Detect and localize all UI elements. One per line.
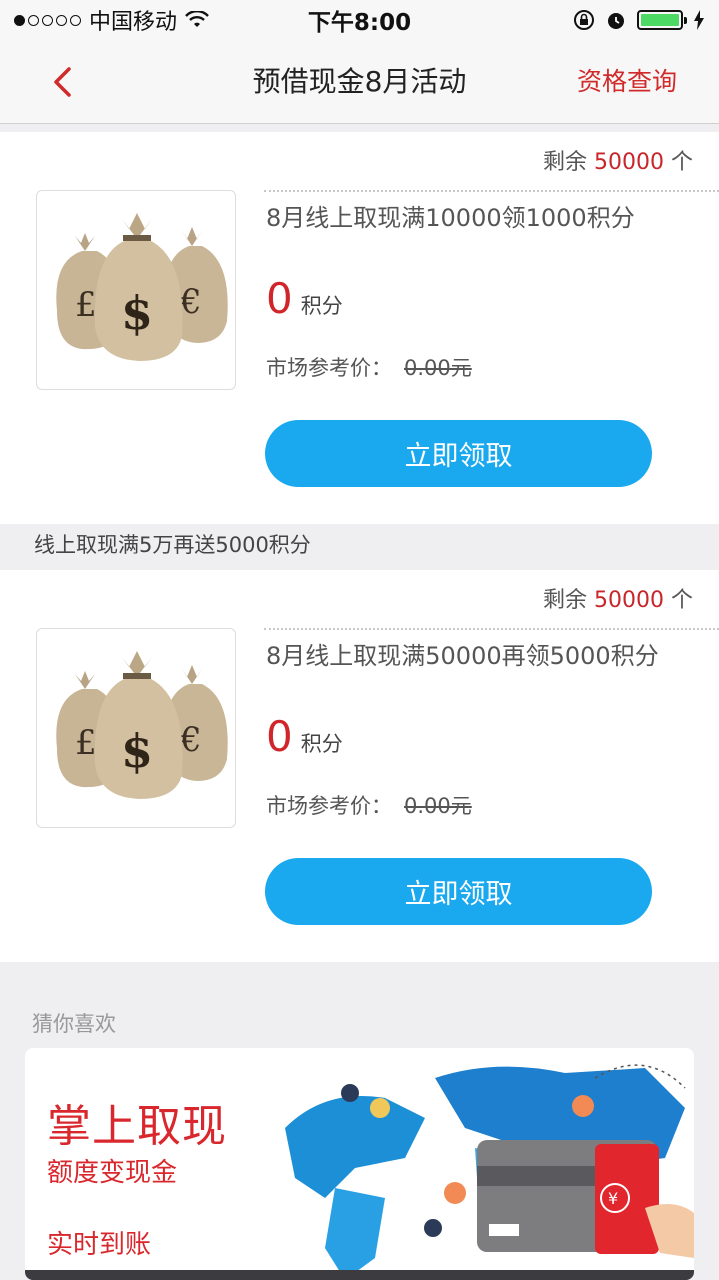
points-value: 0 积分 — [266, 274, 343, 323]
dotted-divider — [264, 190, 719, 192]
status-time: 下午8:00 — [307, 10, 412, 36]
carrier-name: 中国移动 — [89, 10, 178, 35]
remaining-number: 50000 — [593, 588, 664, 613]
points-number: 0 — [266, 274, 293, 323]
points-unit: 积分 — [300, 294, 343, 318]
svg-text:$: $ — [121, 724, 153, 778]
claim-button[interactable]: 立即领取 — [265, 858, 652, 925]
remaining-label: 剩余 — [542, 588, 587, 613]
market-price: 市场参考价： 0.00元 — [266, 790, 472, 820]
status-right — [445, 9, 705, 31]
nav-bar: 预借现金8月活动 资格查询 — [0, 40, 719, 124]
points-unit: 积分 — [300, 732, 343, 756]
remaining-number: 50000 — [593, 150, 664, 175]
remaining-count: 剩余 50000 个 — [543, 144, 693, 176]
status-bar: 中国移动 下午8:00 — [0, 0, 719, 40]
eligibility-query-button[interactable]: 资格查询 — [577, 40, 677, 124]
dotted-divider — [264, 628, 719, 630]
reward-card: 剩余 50000 个 £ € $ 8月线上取现满10000领1000积分 0 积… — [0, 132, 719, 524]
banner-subtitle: 额度变现金 — [47, 1158, 178, 1188]
status-left: 中国移动 — [14, 4, 274, 36]
recommendation-heading: 猜你喜欢 — [32, 1012, 116, 1036]
charging-icon — [694, 10, 704, 30]
battery-icon — [637, 10, 687, 30]
svg-text:$: $ — [121, 286, 153, 340]
reward-title: 8月线上取现满50000再领5000积分 — [266, 642, 659, 670]
svg-text:¥: ¥ — [608, 1189, 618, 1208]
points-value: 0 积分 — [266, 712, 343, 761]
remaining-count: 剩余 50000 个 — [543, 582, 693, 614]
remaining-label: 剩余 — [542, 150, 587, 175]
svg-text:£: £ — [75, 285, 97, 325]
signal-strength-icon — [14, 14, 81, 26]
banner-bottom-strip — [25, 1270, 694, 1280]
market-price-label: 市场参考价： — [266, 356, 392, 380]
banner-tagline: 实时到账 — [47, 1230, 152, 1260]
reward-title: 8月线上取现满10000领1000积分 — [266, 204, 635, 232]
reward-card: 剩余 50000 个 £ € $ 8月线上取现满50000再领5000积分 0 … — [0, 570, 719, 962]
rotation-lock-icon — [574, 10, 594, 30]
section-heading: 线上取现满5万再送5000积分 — [0, 524, 719, 570]
market-price-value: 0.00元 — [404, 794, 472, 818]
money-bags-image: £ € $ — [36, 190, 236, 390]
market-price-label: 市场参考价： — [266, 794, 392, 818]
svg-text:£: £ — [75, 723, 97, 763]
claim-button[interactable]: 立即领取 — [265, 420, 652, 487]
promo-banner[interactable]: 掌上取现 额度变现金 实时到账 ¥ — [25, 1048, 694, 1280]
wifi-icon — [185, 11, 209, 27]
market-price-value: 0.00元 — [404, 356, 472, 380]
money-bags-image: £ € $ — [36, 628, 236, 828]
alarm-icon — [608, 13, 624, 29]
remaining-unit: 个 — [670, 588, 693, 613]
banner-headline: 掌上取现 — [47, 1101, 227, 1152]
world-map-card-illustration: ¥ — [285, 1064, 694, 1280]
remaining-unit: 个 — [670, 150, 693, 175]
points-number: 0 — [266, 712, 293, 761]
market-price: 市场参考价： 0.00元 — [266, 352, 472, 382]
